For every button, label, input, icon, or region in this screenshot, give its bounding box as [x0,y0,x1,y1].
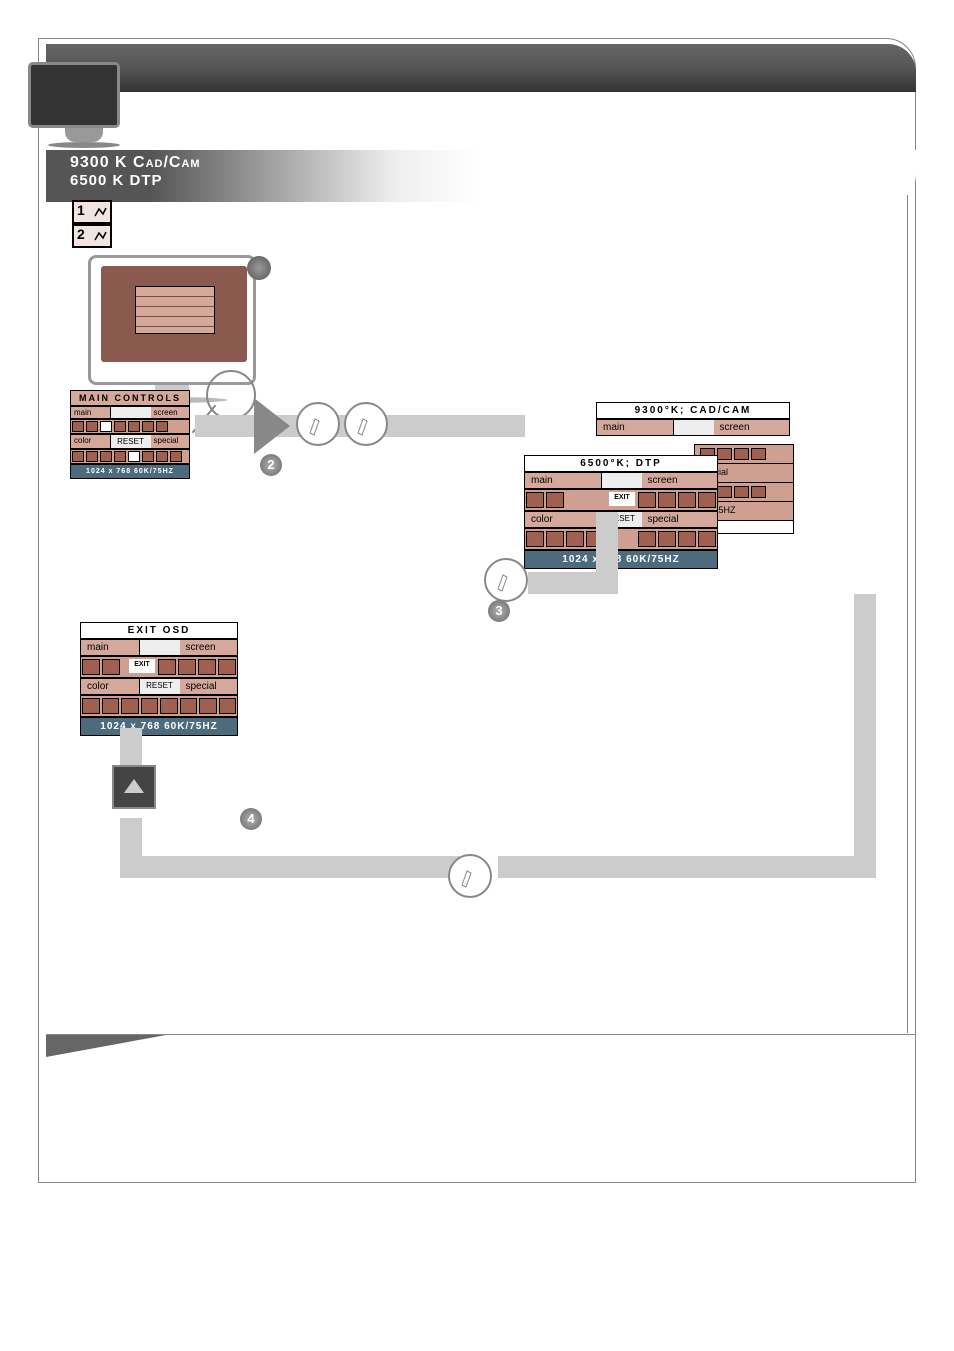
osd-status: 1024 x 768 60K/75HZ [70,464,190,479]
pen-icon [344,402,388,446]
preset-buttons: 1 2 [72,200,168,232]
pen-icon [296,402,340,446]
step-badge-2: 2 [260,454,282,476]
flow-pipe [120,856,460,878]
preset-2-button[interactable]: 2 [72,224,112,248]
osd-title: 9300°K; CAD/CAM [596,402,790,419]
arrow-right-icon [254,398,290,454]
osd-title: MAIN CONTROLS [70,390,190,406]
osd-title: 6500°K; DTP [524,455,718,472]
footer-area [46,1034,916,1182]
flow-pipe [528,572,618,594]
title-9300: 9300 K [70,154,133,171]
osd-title: EXIT OSD [80,622,238,639]
preset-1-button[interactable]: 1 [72,200,112,224]
osd-status: 1024 x 768 60K/75HZ [80,717,238,736]
title-cadcam: Cad/Cam [133,154,201,171]
step-badge-4: 4 [240,808,262,830]
osd-main-controls: MAIN CONTROLS mainscreen colorRESETspeci… [70,390,190,479]
monitor-icon [28,62,140,154]
step-badge-3: 3 [488,600,510,622]
osd-exit: EXIT OSD mainscreen EXIT colorRESETspeci… [80,622,238,736]
header-bar [46,44,916,92]
osd-9300k: 9300°K; CAD/CAM mainscreen [596,402,790,436]
up-arrow-button[interactable] [112,765,156,809]
title-6500: 6500 K DTP [70,172,916,189]
osd-status: 1024 x 768 60K/75HZ [524,550,718,569]
pen-icon [448,854,492,898]
pen-icon [484,558,528,602]
zoom-lens-icon [206,370,256,420]
flow-pipe [854,594,876,872]
osd-6500k: 6500°K; DTP mainscreen EXIT colorRESETsp… [524,455,718,569]
footer-wedge-icon [46,1035,166,1057]
flow-pipe [120,728,142,766]
flow-pipe [498,856,876,878]
power-button-icon [247,256,271,280]
